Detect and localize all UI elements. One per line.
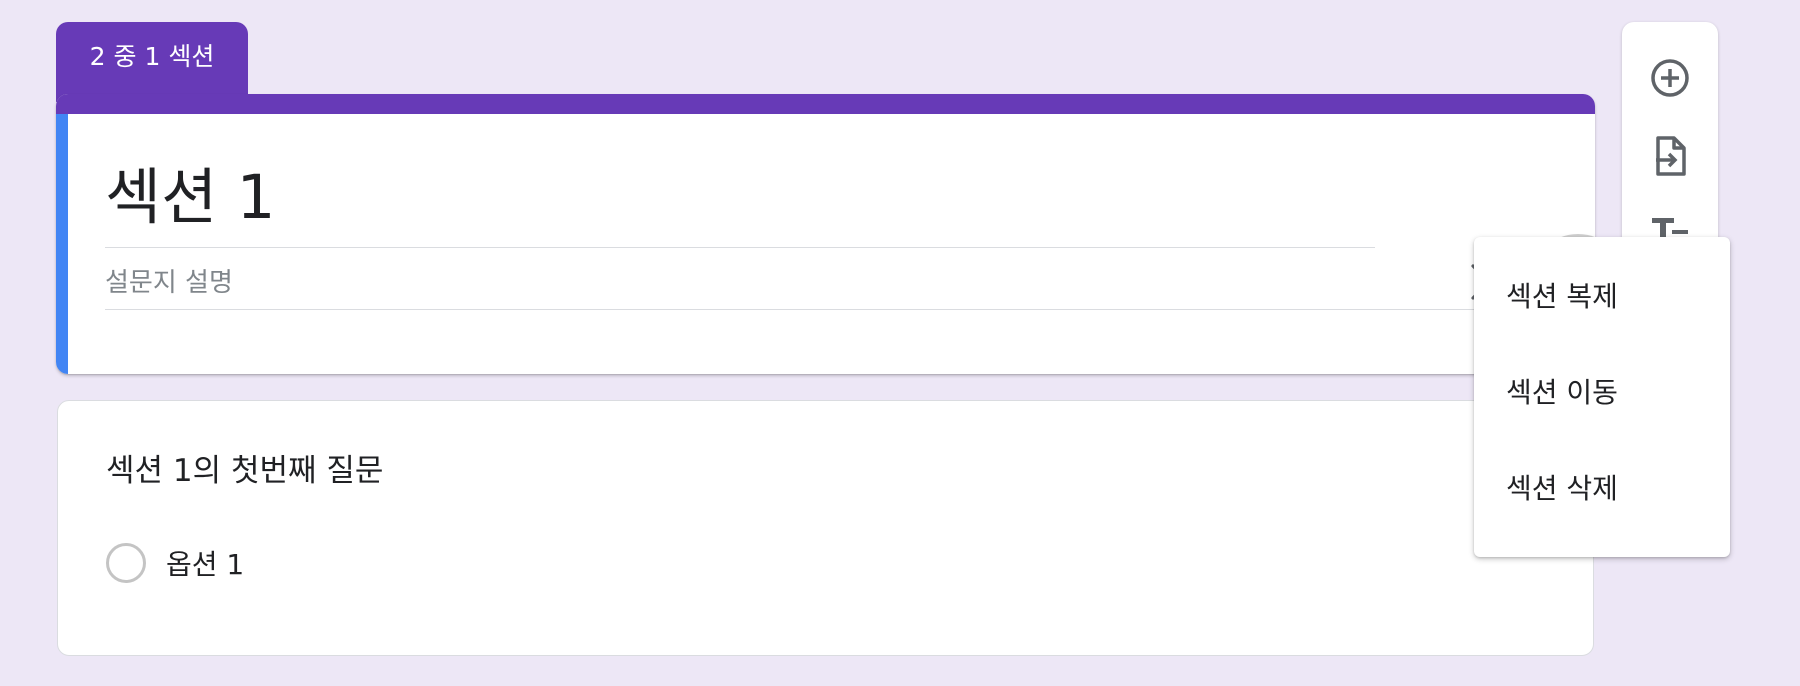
menu-item-duplicate-section[interactable]: 섹션 복제 (1474, 249, 1730, 345)
import-file-icon (1656, 136, 1686, 176)
section-title-input[interactable]: 섹션 1 (105, 148, 1375, 248)
add-circle-icon (1651, 59, 1689, 97)
menu-item-delete-section[interactable]: 섹션 삭제 (1474, 441, 1730, 537)
focus-indicator-bar (56, 114, 68, 374)
section-header-card[interactable]: 섹션 1 설문지 설명 (56, 94, 1595, 374)
section-tab: 2 중 1 섹션 (56, 22, 248, 102)
option-label[interactable]: 옵션 1 (166, 543, 244, 583)
section-tab-label: 2 중 1 섹션 (89, 42, 215, 71)
question-title[interactable]: 섹션 1의 첫번째 질문 (106, 449, 383, 493)
import-questions-button[interactable] (1646, 132, 1694, 180)
question-card[interactable]: 섹션 1의 첫번째 질문 옵션 1 (57, 400, 1594, 656)
section-options-menu: 섹션 복제 섹션 이동 섹션 삭제 (1474, 237, 1730, 557)
section-description-input[interactable]: 설문지 설명 (105, 260, 1560, 310)
add-question-button[interactable] (1646, 54, 1694, 102)
menu-item-move-section[interactable]: 섹션 이동 (1474, 345, 1730, 441)
section-accent-bar (56, 94, 1595, 114)
radio-circle-icon[interactable] (106, 543, 146, 583)
radio-option[interactable]: 옵션 1 (106, 543, 244, 583)
